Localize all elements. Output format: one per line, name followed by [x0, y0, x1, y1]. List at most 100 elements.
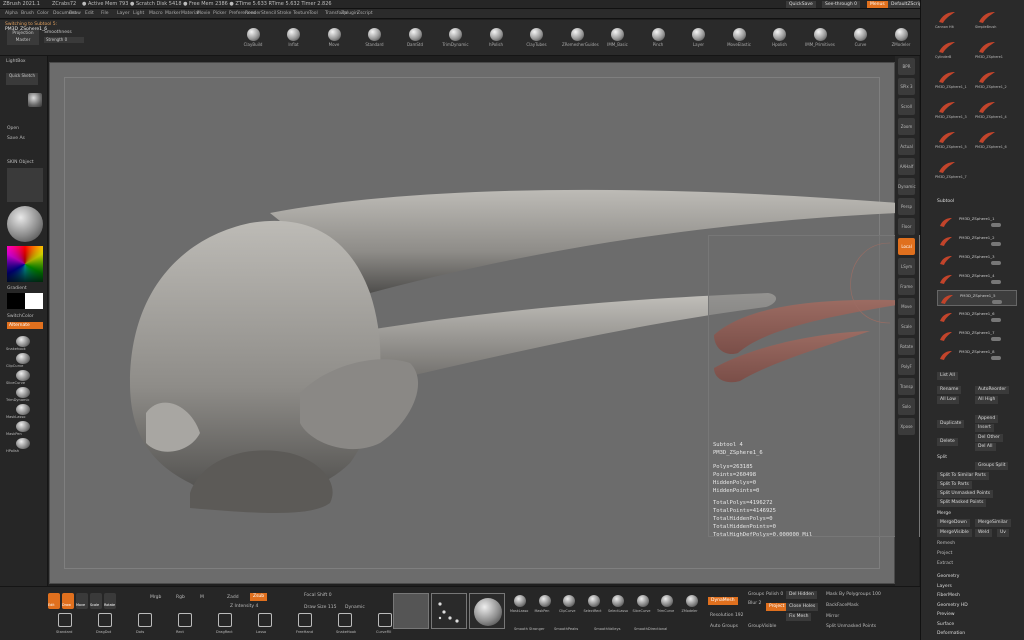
- shelf-bpr[interactable]: BPR: [898, 58, 915, 75]
- brush-imm_primitives[interactable]: IMM_Primitives: [805, 23, 835, 53]
- tool-thumb-7[interactable]: [977, 100, 997, 114]
- menu-item-alpha[interactable]: Alpha: [5, 11, 18, 16]
- polish-slider[interactable]: Polish 0: [766, 592, 783, 597]
- mode-edit-button[interactable]: Edit: [48, 593, 60, 609]
- stroke-slot[interactable]: [431, 593, 467, 629]
- projection-master-button[interactable]: Projection Master: [7, 30, 39, 45]
- menu-item-color[interactable]: Color: [37, 11, 49, 16]
- insert-button[interactable]: Insert: [975, 424, 994, 432]
- menu-item-zplugin[interactable]: Zplugin: [341, 11, 358, 16]
- menu-item-picker[interactable]: Picker: [213, 11, 226, 16]
- append-button[interactable]: Append: [975, 415, 999, 423]
- tool-thumb-9[interactable]: [977, 130, 997, 144]
- dynamesh-button[interactable]: DynaMesh: [708, 597, 738, 605]
- brush-standard[interactable]: Standard: [360, 23, 390, 53]
- see-through-slider[interactable]: See-through 0: [822, 1, 860, 8]
- tool-thumb-2[interactable]: [937, 40, 957, 54]
- lower-brush-selectlasso[interactable]: SelectLasso: [608, 609, 628, 613]
- rename-button[interactable]: Rename: [937, 386, 962, 394]
- shelf-frame[interactable]: Frame: [898, 278, 915, 295]
- visibility-eye-icon[interactable]: [991, 261, 1001, 265]
- groups-button[interactable]: Groups: [748, 592, 764, 597]
- project-toggle[interactable]: Project: [766, 603, 788, 611]
- split-masked-button[interactable]: Split Masked Points: [937, 499, 987, 507]
- fix-mesh-button[interactable]: Fix Mesh: [786, 613, 812, 621]
- tool-thumb-6[interactable]: [937, 100, 957, 114]
- extra-brush-2[interactable]: SmoothValleys: [594, 627, 620, 631]
- lower-brush-icon[interactable]: [514, 595, 526, 607]
- brush-claytubes[interactable]: ClayTubes: [522, 23, 552, 53]
- visibility-eye-icon[interactable]: [991, 223, 1001, 227]
- section-surface[interactable]: Surface: [937, 622, 954, 627]
- tool-sphere-icon[interactable]: [16, 421, 30, 432]
- delete-button[interactable]: Delete: [937, 438, 958, 446]
- visibility-eye-icon[interactable]: [991, 337, 1001, 341]
- tool-sphere-icon[interactable]: [16, 404, 30, 415]
- section-fibermesh[interactable]: FiberMesh: [937, 593, 960, 598]
- all-high-button[interactable]: All High: [975, 396, 999, 404]
- secondary-color-swatch[interactable]: [7, 293, 25, 309]
- texture-slot[interactable]: [7, 168, 43, 202]
- menu-item-render[interactable]: Render: [245, 11, 261, 16]
- groups-split-button[interactable]: Groups Split: [975, 462, 1009, 470]
- tool-thumb-4[interactable]: [937, 70, 957, 84]
- lower-brush-zmodeler[interactable]: ZModeler: [682, 609, 698, 613]
- weld-button[interactable]: Weld: [975, 529, 993, 537]
- shelf-persp[interactable]: Persp: [898, 198, 915, 215]
- extra-brush-1[interactable]: SmoothPeaks: [554, 627, 578, 631]
- menu-item-movie[interactable]: Movie: [197, 11, 210, 16]
- material-slot[interactable]: [469, 593, 505, 629]
- tool-sphere-icon[interactable]: [16, 370, 30, 381]
- brush-moveelastic[interactable]: MoveElastic: [724, 23, 754, 53]
- brush-move[interactable]: Move: [319, 23, 349, 53]
- lower-brush-icon[interactable]: [538, 595, 551, 607]
- lower-brush-icon[interactable]: [612, 595, 624, 607]
- lower-brush-masklasso[interactable]: MaskLasso: [510, 609, 528, 613]
- tool-thumb-5[interactable]: [977, 70, 997, 84]
- switch-color-button[interactable]: SwitchColor: [7, 314, 34, 319]
- left-tool-maskpen[interactable]: MaskPen: [6, 432, 22, 436]
- split-unmasked-button[interactable]: Split Unmasked Points: [937, 490, 994, 498]
- extra-brush-3[interactable]: SmoothDirectional: [634, 627, 667, 631]
- lower-brush-icon[interactable]: [661, 595, 673, 607]
- primary-color-swatch[interactable]: [25, 293, 43, 309]
- subtool-row[interactable]: PM3D_ZSphere1_7: [937, 328, 1017, 344]
- uv-button[interactable]: Uv: [997, 529, 1009, 537]
- lower-brush-trimcurve[interactable]: TrimCurve: [657, 609, 674, 613]
- quick-sketch-icon[interactable]: [28, 93, 42, 107]
- split-similar-button[interactable]: Split To Similar Parts: [937, 472, 989, 480]
- menu-item-layer[interactable]: Layer: [117, 11, 130, 16]
- subtool-row[interactable]: PM3D_ZSphere1_4: [937, 271, 1017, 287]
- menu-item-file[interactable]: File: [101, 11, 109, 16]
- extract-button[interactable]: Extract: [937, 561, 953, 566]
- menu-item-stroke[interactable]: Stroke: [277, 11, 291, 16]
- duplicate-button[interactable]: Duplicate: [937, 420, 965, 428]
- subtool-row[interactable]: PM3D_ZSphere1_8: [937, 347, 1017, 363]
- tool-sphere-icon[interactable]: [16, 336, 30, 347]
- tool-standard-icon[interactable]: [58, 613, 72, 627]
- z-intensity-slider[interactable]: Z Intensity 4: [230, 604, 258, 609]
- all-low-button[interactable]: All Low: [937, 396, 959, 404]
- shelf-actual[interactable]: Actual: [898, 138, 915, 155]
- tool-sphere-icon[interactable]: [16, 438, 30, 449]
- brush-damstd[interactable]: DamStd: [400, 23, 430, 53]
- shelf-polyf[interactable]: PolyF: [898, 358, 915, 375]
- subtool-row[interactable]: PM3D_ZSphere1_1: [937, 214, 1017, 230]
- alternate-button[interactable]: Alternate: [7, 322, 43, 329]
- lower-brush-selectrect[interactable]: SelectRect: [584, 609, 602, 613]
- tool-thumb-8[interactable]: [937, 130, 957, 144]
- merge-down-button[interactable]: MergeDown: [937, 519, 970, 527]
- brush-zmodeler[interactable]: ZModeler: [886, 23, 916, 53]
- tool-snakehook-icon[interactable]: [338, 613, 352, 627]
- group-visible-button[interactable]: GroupVisible: [748, 624, 776, 629]
- merge-header[interactable]: Merge: [937, 511, 951, 516]
- lightbox-button[interactable]: LightBox: [6, 59, 26, 64]
- menu-item-stencil[interactable]: Stencil: [261, 11, 276, 16]
- left-tool-snakehook[interactable]: Snakehook: [6, 347, 26, 351]
- lower-brush-icon[interactable]: [636, 595, 649, 607]
- tool-thumb-3[interactable]: [977, 40, 997, 54]
- subtool-row[interactable]: PM3D_ZSphere1_6: [937, 309, 1017, 325]
- tool-sphere-icon[interactable]: [16, 353, 30, 364]
- shelf-lsym[interactable]: LSym: [898, 258, 915, 275]
- mrgb-button[interactable]: Mrgb: [150, 595, 161, 600]
